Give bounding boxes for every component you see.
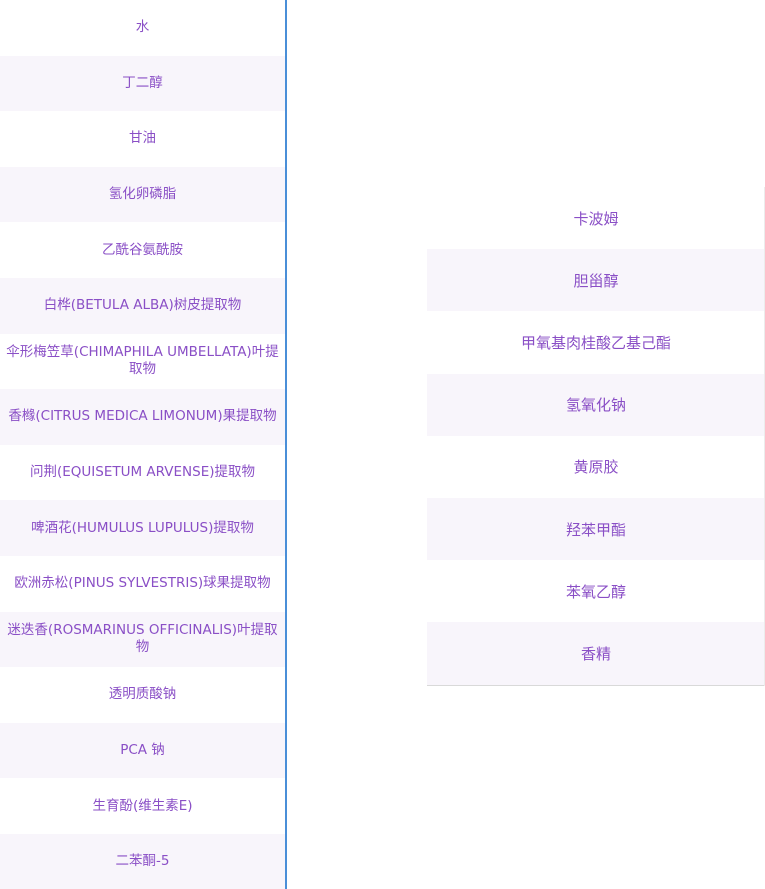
ingredient-name: 氢氧化钠 xyxy=(565,396,626,415)
ingredient-name: 啤酒花(HUMULUS LUPULUS)提取物 xyxy=(31,519,254,536)
ingredient-row[interactable]: PCA 钠 xyxy=(0,722,285,779)
panel-divider xyxy=(285,0,287,889)
ingredient-name: 生育酚(维生素E) xyxy=(92,797,193,814)
ingredient-row[interactable]: 乙酰谷氨酰胺 xyxy=(0,222,285,278)
ingredient-name: 问荆(EQUISETUM ARVENSE)提取物 xyxy=(29,464,256,481)
ingredient-row[interactable]: 伞形梅笠草(CHIMAPHILA UMBELLATA)叶提取物 xyxy=(0,334,285,390)
ingredient-name: 甘油 xyxy=(129,130,156,147)
left-ingredient-panel: 水 丁二醇 甘油 氢化卵磷脂 乙酰谷氨酰胺 白桦(BETULA ALBA)树皮提… xyxy=(0,0,285,889)
ingredient-row[interactable]: 白桦(BETULA ALBA)树皮提取物 xyxy=(0,277,285,334)
ingredient-row[interactable]: 甘油 xyxy=(0,111,285,167)
ingredient-name: 氢化卵磷脂 xyxy=(108,186,177,203)
ingredient-row[interactable]: 啤酒花(HUMULUS LUPULUS)提取物 xyxy=(0,500,285,556)
ingredient-name: 白桦(BETULA ALBA)树皮提取物 xyxy=(43,297,242,314)
ingredient-row[interactable]: 氢化卵磷脂 xyxy=(0,166,285,223)
ingredient-row[interactable]: 卡波姆 xyxy=(427,187,765,249)
ingredient-row[interactable]: 透明质酸钠 xyxy=(0,667,285,723)
ingredient-name: 伞形梅笠草(CHIMAPHILA UMBELLATA)叶提取物 xyxy=(6,344,279,378)
ingredient-name: 欧洲赤松(PINUS SYLVESTRIS)球果提取物 xyxy=(14,575,271,592)
ingredient-name: 水 xyxy=(135,19,150,36)
ingredient-row[interactable]: 问荆(EQUISETUM ARVENSE)提取物 xyxy=(0,445,285,501)
right-ingredient-list: 卡波姆 胆甾醇 甲氧基肉桂酸乙基己酯 氢氧化钠 黄原胶 羟苯甲酯 苯氧乙醇 香精 xyxy=(427,187,765,686)
ingredient-name: 丁二醇 xyxy=(122,74,163,91)
right-ingredient-panel: 卡波姆 胆甾醇 甲氧基肉桂酸乙基己酯 氢氧化钠 黄原胶 羟苯甲酯 苯氧乙醇 香精 xyxy=(427,187,765,686)
ingredient-row[interactable]: 二苯酮-5 xyxy=(0,833,285,889)
ingredient-name: 卡波姆 xyxy=(573,209,619,228)
ingredient-row[interactable]: 丁二醇 xyxy=(0,55,285,112)
ingredient-name: 香精 xyxy=(580,644,611,663)
ingredient-name: 苯氧乙醇 xyxy=(565,582,626,601)
left-ingredient-list: 水 丁二醇 甘油 氢化卵磷脂 乙酰谷氨酰胺 白桦(BETULA ALBA)树皮提… xyxy=(0,0,285,889)
ingredient-row[interactable]: 苯氧乙醇 xyxy=(427,560,765,622)
ingredient-name: 羟苯甲酯 xyxy=(565,520,626,539)
ingredient-name: 二苯酮-5 xyxy=(115,853,170,870)
ingredient-name: 胆甾醇 xyxy=(573,271,619,290)
ingredient-row[interactable]: 迷迭香(ROSMARINUS OFFICINALIS)叶提取物 xyxy=(0,611,285,668)
ingredient-row[interactable]: 生育酚(维生素E) xyxy=(0,778,285,834)
ingredient-page: 水 丁二醇 甘油 氢化卵磷脂 乙酰谷氨酰胺 白桦(BETULA ALBA)树皮提… xyxy=(0,0,765,889)
ingredient-row[interactable]: 甲氧基肉桂酸乙基己酯 xyxy=(427,311,765,373)
ingredient-name: 迷迭香(ROSMARINUS OFFICINALIS)叶提取物 xyxy=(7,622,278,656)
ingredient-name: 甲氧基肉桂酸乙基己酯 xyxy=(520,333,671,352)
ingredient-row[interactable]: 羟苯甲酯 xyxy=(427,497,765,561)
ingredient-row[interactable]: 胆甾醇 xyxy=(427,249,765,312)
ingredient-row[interactable]: 黄原胶 xyxy=(427,436,765,498)
ingredient-row[interactable]: 香橼(CITRUS MEDICA LIMONUM)果提取物 xyxy=(0,389,285,445)
ingredient-row[interactable]: 香精 xyxy=(427,622,765,685)
ingredient-name: 乙酰谷氨酰胺 xyxy=(102,241,183,258)
ingredient-name: PCA 钠 xyxy=(120,742,165,759)
ingredient-name: 香橼(CITRUS MEDICA LIMONUM)果提取物 xyxy=(8,408,277,425)
ingredient-row[interactable]: 欧洲赤松(PINUS SYLVESTRIS)球果提取物 xyxy=(0,556,285,612)
ingredient-row[interactable]: 水 xyxy=(0,0,285,56)
ingredient-row[interactable]: 氢氧化钠 xyxy=(427,373,765,436)
ingredient-name: 黄原胶 xyxy=(573,458,619,477)
ingredient-name: 透明质酸钠 xyxy=(108,686,177,703)
